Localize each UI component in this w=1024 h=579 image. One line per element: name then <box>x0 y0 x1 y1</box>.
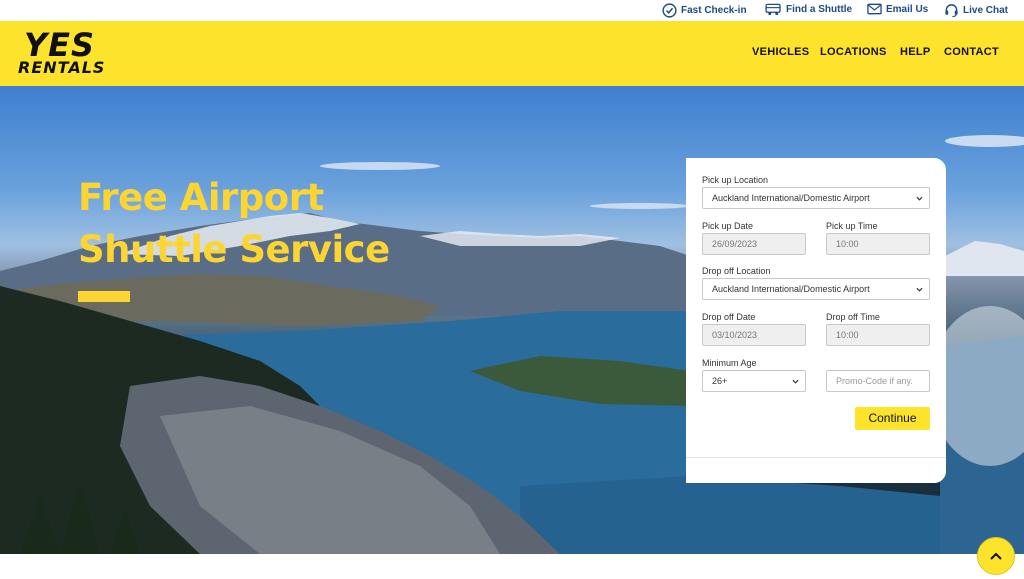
min-age-label: Minimum Age <box>702 358 757 368</box>
pickup-location-value: Auckland International/Domestic Airport <box>712 193 870 203</box>
dropoff-location-select[interactable]: Auckland International/Domestic Airport <box>702 278 930 300</box>
dropoff-time-input[interactable]: 10:00 <box>826 324 930 346</box>
find-shuttle-label: Find a Shuttle <box>786 4 853 15</box>
live-chat-link[interactable]: Live Chat <box>944 3 1008 18</box>
continue-button[interactable]: Continue <box>855 407 930 430</box>
scroll-to-top-button[interactable] <box>977 537 1015 575</box>
hero-title: Free Airport Shuttle Service <box>78 176 390 271</box>
pickup-date-input[interactable]: 26/09/2023 <box>702 233 806 255</box>
headset-icon <box>945 4 958 18</box>
pickup-time-label: Pick up Time <box>826 221 878 231</box>
live-chat-label: Live Chat <box>963 5 1009 16</box>
chevron-up-icon <box>990 552 1002 560</box>
booking-form: Pick up Location Auckland International/… <box>686 158 946 483</box>
dropoff-date-input[interactable]: 03/10/2023 <box>702 324 806 346</box>
fast-checkin-label: Fast Check-in <box>681 5 747 16</box>
nav-locations[interactable]: LOCATIONS <box>820 46 887 58</box>
pickup-date-label: Pick up Date <box>702 221 754 231</box>
dropoff-location-value: Auckland International/Domestic Airport <box>712 284 870 294</box>
chevron-down-icon <box>916 287 923 292</box>
yes-rentals-logo[interactable]: YES RENTALS <box>18 29 118 79</box>
email-us-link[interactable]: Email Us <box>867 3 928 15</box>
logo-line2: RENTALS <box>18 58 106 77</box>
envelope-icon <box>867 3 882 15</box>
logo-line1: YES <box>24 26 96 64</box>
find-shuttle-link[interactable]: Find a Shuttle <box>765 3 852 16</box>
dropoff-time-label: Drop off Time <box>826 312 880 322</box>
hero-accent-bar <box>78 291 130 302</box>
pickup-time-input[interactable]: 10:00 <box>826 233 930 255</box>
promo-code-input[interactable]: Promo-Code if any. <box>826 370 930 392</box>
min-age-value: 26+ <box>712 376 728 386</box>
shuttle-bus-icon <box>765 3 781 16</box>
min-age-select[interactable]: 26+ <box>702 370 806 392</box>
dropoff-location-label: Drop off Location <box>702 266 771 276</box>
site-header: YES RENTALS VEHICLES LOCATIONS HELP CONT… <box>0 21 1024 86</box>
page-bottom <box>0 554 1024 579</box>
chevron-down-icon <box>916 196 923 201</box>
utility-bar: Fast Check-in Find a Shuttle Email Us Li… <box>0 0 1024 21</box>
nav-contact[interactable]: CONTACT <box>944 46 999 58</box>
fast-checkin-link[interactable]: Fast Check-in <box>662 3 747 18</box>
nav-help[interactable]: HELP <box>900 46 931 58</box>
dropoff-date-label: Drop off Date <box>702 312 756 322</box>
check-circle-icon <box>662 3 677 18</box>
email-us-label: Email Us <box>886 3 929 15</box>
form-footer <box>686 457 946 483</box>
pickup-location-label: Pick up Location <box>702 175 769 185</box>
pickup-location-select[interactable]: Auckland International/Domestic Airport <box>702 187 930 209</box>
nav-vehicles[interactable]: VEHICLES <box>752 46 809 58</box>
chevron-down-icon <box>792 379 799 384</box>
